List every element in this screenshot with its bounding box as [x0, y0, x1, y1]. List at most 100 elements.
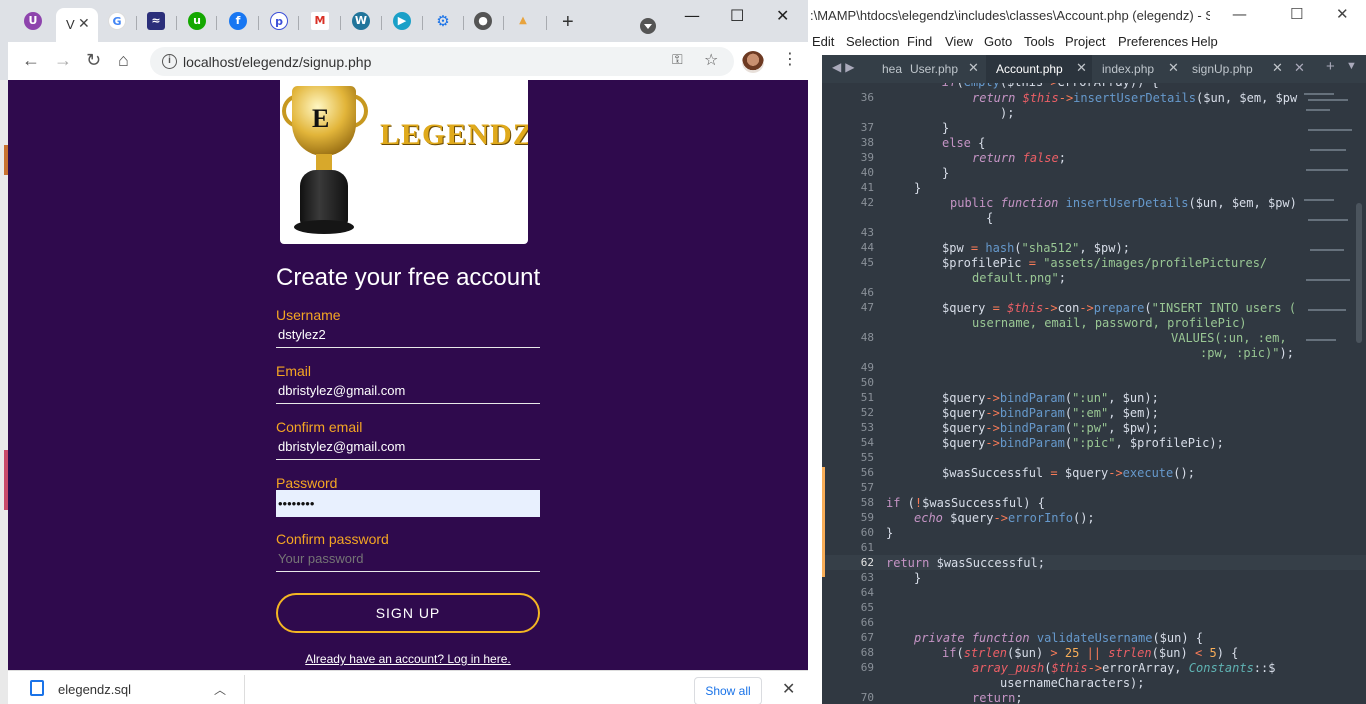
line-number: 46	[860, 286, 874, 299]
bookmark-star-icon[interactable]: ☆	[704, 50, 718, 70]
url-text[interactable]: localhost/elegendz/signup.php	[183, 54, 371, 70]
download-file-name[interactable]: elegendz.sql	[58, 682, 131, 697]
line-number: 59	[860, 511, 874, 524]
home-icon[interactable]: ⌂	[118, 50, 129, 70]
line-number: 49	[860, 361, 874, 374]
email-input[interactable]	[276, 378, 540, 404]
close-tab-icon[interactable]: ✕	[1294, 60, 1305, 76]
close-download-bar-icon[interactable]: ✕	[782, 679, 795, 699]
reload-icon[interactable]: ↻	[86, 50, 101, 70]
close-window-button[interactable]: ✕	[776, 6, 789, 25]
minimap[interactable]	[1300, 89, 1356, 389]
menu-view[interactable]: View	[945, 34, 973, 49]
tab-separator	[422, 16, 423, 30]
maximize-button[interactable]: ☐	[730, 6, 744, 25]
code-line: $query->bindParam(":un", $un);	[942, 391, 1159, 405]
code-line: $query->bindParam(":em", $em);	[942, 406, 1159, 420]
menu-edit[interactable]: Edit	[812, 34, 834, 49]
editor-tab[interactable]: hea	[868, 55, 902, 83]
line-number: 56	[860, 466, 874, 479]
tab-icon-3[interactable]: ≈	[147, 12, 165, 30]
confirm-email-input[interactable]	[276, 434, 540, 460]
confirm-password-input[interactable]	[276, 546, 540, 572]
show-all-button[interactable]: Show all	[694, 677, 762, 704]
editor-tab[interactable]: signUp.php ✕	[1184, 55, 1288, 83]
username-label: Username	[276, 307, 341, 323]
close-tab-icon[interactable]: ✕	[968, 60, 979, 76]
maximize-button[interactable]: ☐	[1290, 5, 1303, 23]
password-key-icon[interactable]: ⚿	[672, 51, 683, 68]
github-icon[interactable]: ●	[474, 12, 492, 30]
menu-project[interactable]: Project	[1065, 34, 1105, 49]
login-link[interactable]: Already have an account? Log in here.	[276, 652, 540, 666]
gmail-icon[interactable]: M	[311, 12, 329, 30]
google-icon[interactable]: G	[108, 12, 126, 30]
play-icon[interactable]: ▶	[393, 12, 411, 30]
forward-arrow-icon[interactable]: →	[54, 50, 72, 70]
code-line: }	[942, 166, 950, 180]
tab-separator	[546, 16, 547, 30]
tab-search-icon[interactable]	[640, 18, 656, 34]
close-tab-icon[interactable]: ✕	[1076, 60, 1087, 76]
trophy-foot	[294, 220, 354, 234]
line-number: 37	[860, 121, 874, 134]
close-tab-icon[interactable]: ✕	[1272, 60, 1283, 76]
line-number: 38	[860, 136, 874, 149]
line-number: 43	[860, 226, 874, 239]
sign-up-button[interactable]: SIGN UP	[276, 593, 540, 633]
close-window-button[interactable]: ✕	[1336, 5, 1349, 23]
close-tab-icon[interactable]: ✕	[1168, 60, 1179, 76]
line-number: 39	[860, 151, 874, 164]
new-tab-button[interactable]: +	[562, 12, 574, 32]
line-number: 61	[860, 541, 874, 554]
menu-tools[interactable]: Tools	[1024, 34, 1054, 49]
tab-separator	[463, 16, 464, 30]
code-line: }	[914, 181, 922, 195]
phpmyadmin-icon[interactable]: ▲	[514, 12, 532, 30]
menu-selection[interactable]: Selection	[846, 34, 899, 49]
window-title: :\MAMP\htdocs\elegendz\includes\classes\…	[810, 8, 1210, 23]
menu-goto[interactable]: Goto	[984, 34, 1012, 49]
tab-active[interactable]: V ✕	[56, 8, 98, 42]
line-number: 57	[860, 481, 874, 494]
facebook-icon[interactable]: f	[229, 12, 247, 30]
tab-dropdown-icon[interactable]: ▼	[1346, 60, 1357, 72]
tab-icon-1[interactable]: U	[24, 12, 42, 30]
editor-scrollbar[interactable]	[1356, 203, 1362, 343]
tab-close-icon[interactable]: ✕	[78, 15, 90, 32]
tab-separator	[381, 16, 382, 30]
code-line: username, email, password, profilePic)	[972, 316, 1247, 330]
signup-page: E LEGENDZ Create your free account Usern…	[8, 80, 808, 670]
minimize-button[interactable]: —	[684, 6, 700, 25]
profile-avatar[interactable]	[742, 51, 764, 73]
tab-title: V	[66, 17, 75, 32]
menu-preferences[interactable]: Preferences	[1118, 34, 1188, 49]
editor-tab-active[interactable]: Account.php ✕	[986, 55, 1092, 83]
tab-icon-6[interactable]: p	[270, 12, 288, 30]
chevron-up-icon[interactable]: ︿	[214, 681, 226, 698]
line-number: 58	[860, 496, 874, 509]
info-icon[interactable]: i	[162, 54, 177, 69]
line-number: 48	[860, 331, 874, 344]
editor-tab[interactable]: index.php ✕	[1092, 55, 1184, 83]
tab-separator	[258, 16, 259, 30]
download-bar: elegendz.sql ︿ Show all ✕	[8, 670, 808, 704]
menu-find[interactable]: Find	[907, 34, 932, 49]
menu-kebab-icon[interactable]: ⋮	[782, 51, 798, 69]
tab-scroll-arrows-icon[interactable]: ◀▶	[832, 60, 858, 74]
settings-gear-icon[interactable]: ⚙	[434, 12, 452, 30]
back-arrow-icon[interactable]: ←	[22, 50, 40, 70]
code-line: $query->bindParam(":pic", $profilePic);	[942, 436, 1224, 450]
upwork-icon[interactable]: u	[188, 12, 206, 30]
editor-tab[interactable]: User.php ✕	[898, 55, 986, 83]
wordpress-icon[interactable]: W	[352, 12, 370, 30]
minimize-button[interactable]: —	[1232, 5, 1247, 23]
tab-separator	[136, 16, 137, 30]
address-bar[interactable]: i localhost/elegendz/signup.php ⚿ ☆	[150, 47, 734, 76]
code-editor[interactable]: 36 37 38 39 40 41 42 43 44 45 46 47 48 49 50 51 52 53 54 55…	[822, 83, 1366, 704]
username-input[interactable]	[276, 322, 540, 348]
password-input[interactable]	[276, 490, 540, 517]
menu-help[interactable]: Help	[1191, 34, 1218, 49]
new-tab-plus-icon[interactable]: +	[1326, 58, 1335, 75]
confirm-password-label: Confirm password	[276, 531, 389, 547]
